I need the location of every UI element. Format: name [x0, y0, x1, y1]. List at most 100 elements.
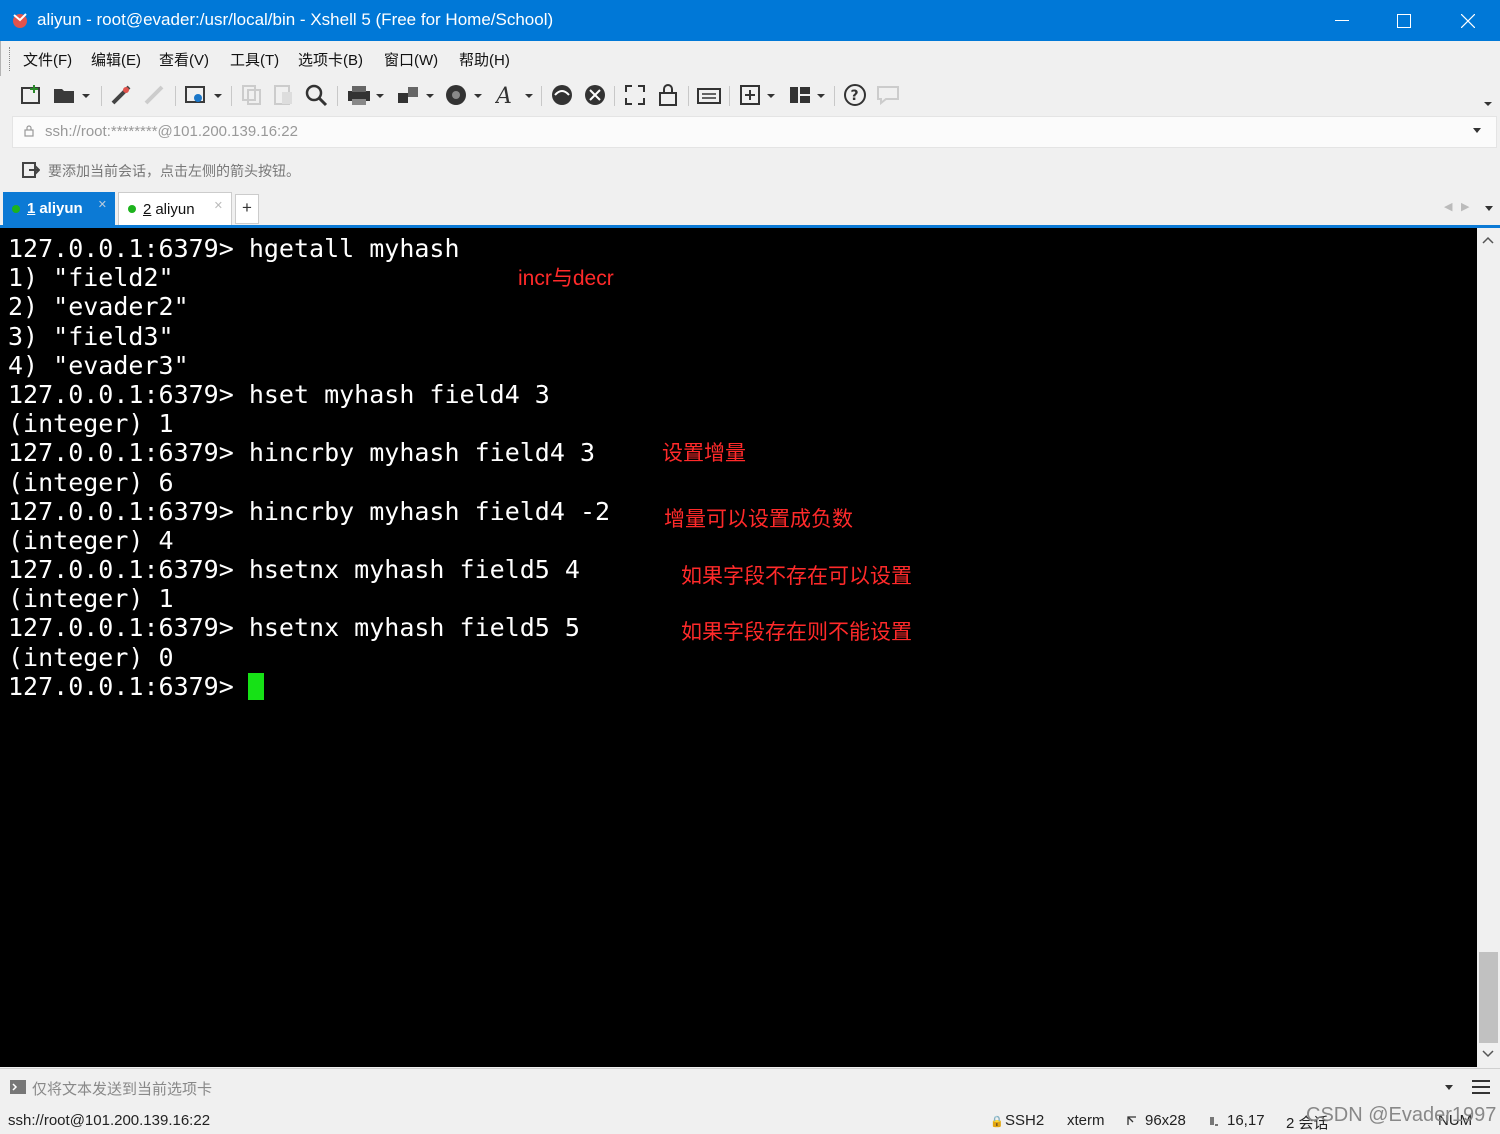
- help-button[interactable]: ?: [843, 82, 867, 108]
- address-bar[interactable]: ssh://root:********@101.200.139.16:22: [12, 116, 1497, 148]
- layout-icon: [790, 87, 825, 103]
- session-hint-text: 要添加当前会话，点击左侧的箭头按钮。: [48, 163, 300, 179]
- minimize-icon: [1335, 19, 1349, 21]
- svg-text:A: A: [495, 84, 512, 107]
- globe-icon: [446, 85, 482, 105]
- svg-text:?: ?: [851, 88, 859, 104]
- compose-button[interactable]: [739, 82, 779, 108]
- menu-tabs[interactable]: 选项卡(B): [298, 49, 363, 70]
- scroll-down-icon[interactable]: [1482, 1050, 1494, 1058]
- terminal-area[interactable]: 127.0.0.1:6379> hgetall myhash 1) "field…: [0, 228, 1477, 1067]
- lock-button[interactable]: [656, 82, 680, 108]
- tab-scroll-left-icon[interactable]: ◀: [1444, 200, 1452, 213]
- open-folder-button[interactable]: [52, 82, 92, 108]
- fullscreen-button[interactable]: [623, 82, 647, 108]
- find-button[interactable]: [304, 82, 330, 108]
- terminal-line: (integer) 4: [8, 525, 174, 555]
- tab-label: aliyun: [155, 200, 195, 218]
- font-button[interactable]: A: [495, 82, 535, 108]
- tab-label: aliyun: [39, 200, 83, 217]
- font-icon: A: [495, 84, 533, 107]
- menu-icon[interactable]: [1472, 1079, 1490, 1095]
- status-size: 96x28: [1145, 1112, 1186, 1129]
- keyboard-icon: [697, 88, 721, 104]
- copy-button[interactable]: [240, 82, 264, 108]
- xftp-button[interactable]: [550, 82, 574, 108]
- window-title: aliyun - root@evader:/usr/local/bin - Xs…: [37, 10, 554, 29]
- toolbar-separator: [729, 86, 730, 106]
- menu-tools[interactable]: 工具(T): [230, 49, 279, 70]
- paste-button[interactable]: [272, 82, 296, 108]
- terminal-line: (integer) 0: [8, 642, 174, 672]
- terminal-line: 127.0.0.1:6379> hgetall myhash: [8, 234, 460, 263]
- copy-icon: [242, 85, 261, 105]
- minimize-button[interactable]: [1310, 0, 1374, 41]
- xshell-logo-icon: [13, 13, 27, 28]
- address-input[interactable]: ssh://root:********@101.200.139.16:22: [45, 123, 298, 140]
- new-session-icon: [21, 85, 40, 104]
- toolbar-separator: [834, 86, 835, 106]
- paste-icon: [274, 85, 292, 105]
- scroll-up-icon[interactable]: [1482, 236, 1494, 244]
- close-icon[interactable]: ✕: [214, 199, 223, 212]
- connected-status-icon: [128, 205, 136, 213]
- reconnect-button[interactable]: [109, 82, 133, 108]
- tab-session-2[interactable]: 2 aliyun ✕: [118, 192, 232, 225]
- lock-icon: [659, 84, 677, 106]
- terminal-scrollbar[interactable]: [1477, 228, 1500, 1067]
- transfer-icon: [398, 87, 434, 103]
- new-tab-button[interactable]: +: [235, 194, 259, 224]
- print-button[interactable]: [346, 82, 386, 108]
- open-folder-icon: [54, 89, 90, 103]
- toolbar-separator: [337, 86, 338, 106]
- tab-bar: 1 aliyun ✕ 2 aliyun ✕: [0, 190, 1500, 226]
- menu-file[interactable]: 文件(F): [23, 49, 72, 70]
- compose-send-bar[interactable]: 仅将文本发送到当前选项卡: [0, 1068, 1500, 1104]
- close-icon[interactable]: ✕: [98, 198, 107, 211]
- status-protocol: SSH2: [1005, 1112, 1045, 1129]
- status-cursor-position: 16,17: [1227, 1112, 1265, 1129]
- xmanager-button[interactable]: [583, 82, 607, 108]
- maximize-button[interactable]: [1372, 0, 1436, 41]
- chat-button[interactable]: [876, 82, 900, 108]
- scrollbar-thumb[interactable]: [1479, 952, 1498, 1043]
- terminal-output: 127.0.0.1:6379> hgetall myhash 1) "field…: [8, 234, 610, 701]
- annotation-hsetnx-new: 如果字段不存在可以设置: [681, 565, 912, 588]
- disconnect-button[interactable]: [142, 82, 166, 108]
- chevron-down-icon[interactable]: [1472, 128, 1482, 134]
- reconnect-icon: [111, 85, 131, 105]
- terminal-line: 127.0.0.1:6379>: [8, 671, 249, 701]
- menu-window[interactable]: 窗口(W): [384, 49, 438, 70]
- chevron-down-icon[interactable]: [1444, 1085, 1454, 1091]
- menu-edit[interactable]: 编辑(E): [91, 49, 141, 70]
- help-icon: ?: [844, 84, 866, 106]
- menu-grip: [9, 47, 12, 71]
- properties-button[interactable]: [184, 82, 224, 108]
- terminal-size-icon: [1127, 1116, 1136, 1125]
- tab-list-chevron-down-icon[interactable]: [1484, 206, 1494, 212]
- chat-icon: [877, 86, 899, 106]
- add-session-arrow-icon[interactable]: [22, 161, 40, 179]
- menu-view[interactable]: 查看(V): [159, 49, 209, 70]
- globe-button[interactable]: [444, 82, 484, 108]
- tab-scroll-right-icon[interactable]: ▶: [1461, 200, 1469, 213]
- close-button[interactable]: [1436, 0, 1500, 41]
- keyboard-button[interactable]: [696, 82, 722, 108]
- terminal-line: (integer) 6: [8, 467, 174, 497]
- layout-button[interactable]: [788, 82, 828, 108]
- close-icon: [1461, 13, 1475, 28]
- lock-icon: [24, 125, 34, 137]
- maximize-icon: [1397, 13, 1411, 28]
- annotation-hsetnx-exists: 如果字段存在则不能设置: [681, 621, 912, 644]
- fullscreen-icon: [625, 85, 645, 105]
- terminal-line: 3) "field3": [8, 321, 174, 351]
- protocol-lock-icon: 🔒: [990, 1116, 1004, 1128]
- toolbar-overflow-button[interactable]: [1483, 82, 1493, 108]
- transfer-button[interactable]: [396, 82, 436, 108]
- compose-icon: [740, 85, 775, 105]
- toolbar-separator: [614, 86, 615, 106]
- tab-session-1[interactable]: 1 aliyun ✕: [3, 192, 115, 225]
- menu-help[interactable]: 帮助(H): [459, 49, 510, 70]
- new-session-button[interactable]: [20, 82, 44, 108]
- xmanager-icon: [585, 85, 605, 105]
